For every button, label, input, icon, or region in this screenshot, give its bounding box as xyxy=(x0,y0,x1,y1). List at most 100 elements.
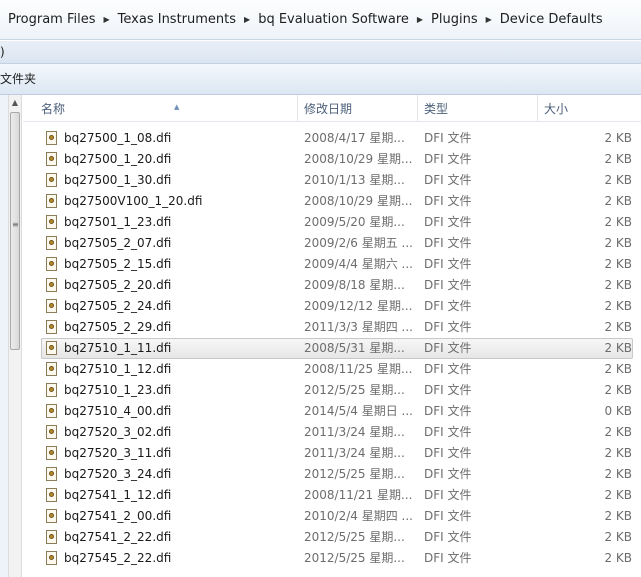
file-row[interactable]: bq27500V100_1_20.dfi 2008/10/29 星期... DFI … xyxy=(41,191,633,212)
file-name: bq27505_2_07.dfi xyxy=(64,236,172,250)
file-name: bq27500V100_1_20.dfi xyxy=(64,194,203,208)
column-header-date[interactable]: 修改日期 xyxy=(298,95,418,121)
file-name: bq27541_2_00.dfi xyxy=(64,509,172,523)
file-date: 2009/8/18 星期... xyxy=(304,278,405,292)
grip-icon: ≡ xyxy=(12,220,19,229)
file-row[interactable]: bq27541_2_22.dfi 2012/5/25 星期... DFI 文件 2 K… xyxy=(41,527,633,548)
file-name: bq27505_2_20.dfi xyxy=(64,278,172,292)
file-date: 2008/11/25 星期... xyxy=(304,362,413,376)
toolbar-folder-label[interactable]: 文件夹 xyxy=(0,72,36,86)
file-row[interactable]: bq27505_2_24.dfi 2009/12/12 星期... DFI 文件 2 … xyxy=(41,296,633,317)
file-name: bq27500_1_20.dfi xyxy=(64,152,172,166)
file-name: bq27510_1_11.dfi xyxy=(64,341,172,355)
scroll-up-arrow-icon[interactable]: ▲ xyxy=(9,95,21,111)
file-row[interactable]: bq27541_1_12.dfi 2008/11/21 星期... DFI 文件 2 … xyxy=(41,485,633,506)
sort-ascending-icon: ▲ xyxy=(174,103,180,111)
file-date: 2008/10/29 星期... xyxy=(304,152,413,166)
file-date: 2009/12/12 星期... xyxy=(304,299,413,313)
file-row[interactable]: bq27510_4_00.dfi 2014/5/4 星期日 ... DFI 文件 0 … xyxy=(41,401,633,422)
file-name: bq27505_2_29.dfi xyxy=(64,320,172,334)
file-date: 2010/2/4 星期四 ... xyxy=(304,509,413,523)
file-size: 2 KB xyxy=(604,446,632,460)
file-name: bq27510_1_12.dfi xyxy=(64,362,172,376)
file-name: bq27501_1_23.dfi xyxy=(64,215,172,229)
file-size: 2 KB xyxy=(604,362,632,376)
breadcrumb-item-device-defaults[interactable]: Device Defaults xyxy=(496,8,607,32)
file-type: DFI 文件 xyxy=(424,236,472,250)
file-size: 2 KB xyxy=(604,551,632,565)
file-size: 2 KB xyxy=(604,509,632,523)
breadcrumb-item-program-files[interactable]: Program Files xyxy=(4,8,100,32)
file-size: 2 KB xyxy=(604,236,632,250)
file-date: 2010/1/13 星期... xyxy=(304,173,405,187)
file-name: bq27520_3_02.dfi xyxy=(64,425,172,439)
file-row[interactable]: bq27505_2_07.dfi 2009/2/6 星期五 ... DFI 文件 2 … xyxy=(41,233,633,254)
file-row[interactable]: bq27505_2_29.dfi 2011/3/3 星期四 ... DFI 文件 2 … xyxy=(41,317,633,338)
chevron-right-icon[interactable]: ▶ xyxy=(413,15,427,24)
file-date: 2011/3/24 星期... xyxy=(304,446,405,460)
file-size: 2 KB xyxy=(604,152,632,166)
dfi-file-icon xyxy=(46,509,57,523)
file-date: 2008/11/21 星期... xyxy=(304,488,413,502)
navigation-pane[interactable] xyxy=(0,95,8,577)
file-type: DFI 文件 xyxy=(424,257,472,271)
file-row[interactable]: bq27500_1_20.dfi 2008/10/29 星期... DFI 文件 2 … xyxy=(41,149,633,170)
file-row[interactable]: bq27501_1_23.dfi 2009/5/20 星期... DFI 文件 2 K… xyxy=(41,212,633,233)
breadcrumb-item-texas-instruments[interactable]: Texas Instruments xyxy=(114,8,240,32)
file-type: DFI 文件 xyxy=(424,173,472,187)
dfi-file-icon xyxy=(46,467,57,481)
file-name: bq27510_4_00.dfi xyxy=(64,404,172,418)
file-row[interactable]: bq27520_3_02.dfi 2011/3/24 星期... DFI 文件 2 K… xyxy=(41,422,633,443)
navigation-scrollbar[interactable]: ▲ ≡ xyxy=(8,95,22,577)
file-row[interactable]: bq27541_2_00.dfi 2010/2/4 星期四 ... DFI 文件 2 … xyxy=(41,506,633,527)
scrollbar-thumb[interactable]: ≡ xyxy=(10,112,20,350)
file-row[interactable]: bq27510_1_11.dfi 2008/5/31 星期... DFI 文件 2 K… xyxy=(41,338,633,359)
file-type: DFI 文件 xyxy=(424,215,472,229)
file-name: bq27520_3_24.dfi xyxy=(64,467,172,481)
chevron-right-icon[interactable]: ▶ xyxy=(100,15,114,24)
breadcrumb: Program Files ▶ Texas Instruments ▶ bq E… xyxy=(0,0,641,40)
dfi-file-icon xyxy=(46,446,57,460)
file-type: DFI 文件 xyxy=(424,467,472,481)
dfi-file-icon xyxy=(46,383,57,397)
dfi-file-icon xyxy=(46,341,57,355)
file-type: DFI 文件 xyxy=(424,509,472,523)
menu-bar-fragment[interactable]: ) xyxy=(0,45,5,59)
file-size: 2 KB xyxy=(604,383,632,397)
file-name: bq27500_1_30.dfi xyxy=(64,173,172,187)
column-header-size[interactable]: 大小 xyxy=(538,95,641,121)
dfi-file-icon xyxy=(46,299,57,313)
chevron-right-icon[interactable]: ▶ xyxy=(482,15,496,24)
dfi-file-icon xyxy=(46,215,57,229)
file-row[interactable]: bq27520_3_24.dfi 2012/5/25 星期... DFI 文件 2 K… xyxy=(41,464,633,485)
file-type: DFI 文件 xyxy=(424,362,472,376)
file-size: 2 KB xyxy=(604,131,632,145)
file-type: DFI 文件 xyxy=(424,131,472,145)
column-header-name[interactable]: 名称 ▲ xyxy=(35,95,298,121)
file-row[interactable]: bq27510_1_12.dfi 2008/11/25 星期... DFI 文件 2 … xyxy=(41,359,633,380)
breadcrumb-item-plugins[interactable]: Plugins xyxy=(427,8,482,32)
file-row[interactable]: bq27510_1_23.dfi 2012/5/25 星期... DFI 文件 2 K… xyxy=(41,380,633,401)
file-size: 2 KB xyxy=(604,425,632,439)
file-row[interactable]: bq27520_3_11.dfi 2011/3/24 星期... DFI 文件 2 K… xyxy=(41,443,633,464)
file-row[interactable]: bq27505_2_15.dfi 2009/4/4 星期六 ... DFI 文件 2 … xyxy=(41,254,633,275)
file-row[interactable]: bq27545_2_22.dfi 2012/5/25 星期... DFI 文件 2 K… xyxy=(41,548,633,569)
chevron-right-icon[interactable]: ▶ xyxy=(240,15,254,24)
file-date: 2011/3/24 星期... xyxy=(304,425,405,439)
breadcrumb-item-bq-evaluation-software[interactable]: bq Evaluation Software xyxy=(254,8,413,32)
toolbar: 文件夹 xyxy=(0,64,641,95)
file-row[interactable]: bq27505_2_20.dfi 2009/8/18 星期... DFI 文件 2 K… xyxy=(41,275,633,296)
file-size: 2 KB xyxy=(604,320,632,334)
file-row[interactable]: bq27500_1_30.dfi 2010/1/13 星期... DFI 文件 2 K… xyxy=(41,170,633,191)
file-name: bq27505_2_24.dfi xyxy=(64,299,172,313)
file-date: 2012/5/25 星期... xyxy=(304,383,405,397)
column-header-type[interactable]: 类型 xyxy=(418,95,538,121)
file-type: DFI 文件 xyxy=(424,299,472,313)
file-type: DFI 文件 xyxy=(424,425,472,439)
file-date: 2012/5/25 星期... xyxy=(304,530,405,544)
file-date: 2009/5/20 星期... xyxy=(304,215,405,229)
dfi-file-icon xyxy=(46,236,57,250)
file-row[interactable]: bq27500_1_08.dfi 2008/4/17 星期... DFI 文件 2 K… xyxy=(41,128,633,149)
file-list: bq27500_1_08.dfi 2008/4/17 星期... DFI 文件 2 K… xyxy=(23,128,641,569)
file-date: 2012/5/25 星期... xyxy=(304,551,405,565)
